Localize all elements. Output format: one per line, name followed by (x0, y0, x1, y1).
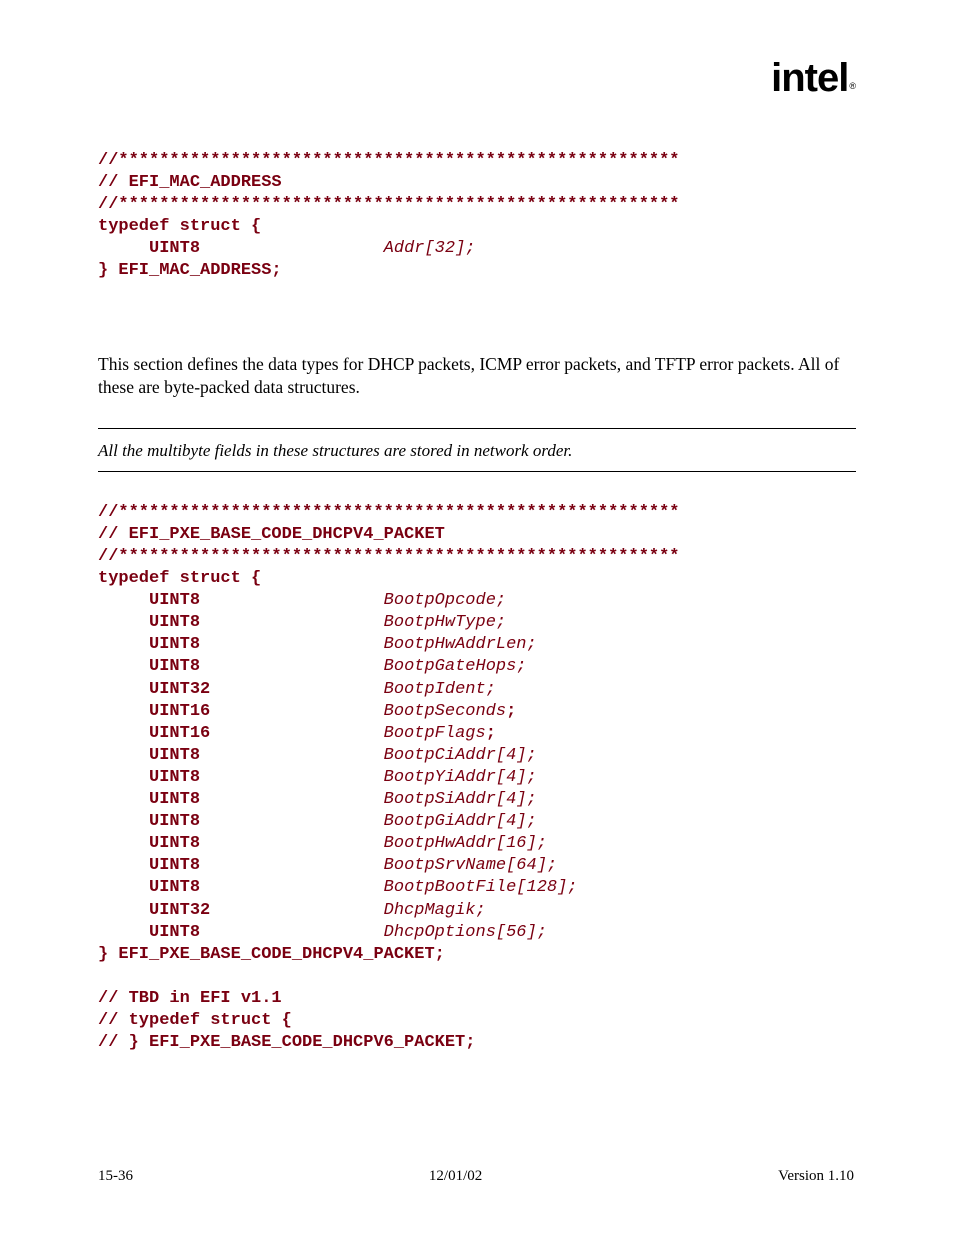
body-paragraph: This section defines the data types for … (98, 353, 856, 400)
code-line: // EFI_MAC_ADDRESS (98, 173, 282, 192)
code-block-mac-address: //**************************************… (98, 150, 856, 283)
code-field: Addr[32]; (200, 239, 475, 258)
footer-page-number: 15-36 (98, 1168, 133, 1185)
code-line: //**************************************… (98, 151, 680, 170)
code-block-dhcpv4-packet: //**************************************… (98, 502, 856, 1054)
code-line: //**************************************… (98, 195, 680, 214)
footer-version: Version 1.10 (778, 1168, 854, 1185)
horizontal-rule (98, 471, 856, 472)
footer-date: 12/01/02 (429, 1168, 482, 1185)
content: //**************************************… (98, 150, 856, 1054)
note-text: All the multibyte fields in these struct… (98, 429, 856, 471)
page-footer: 15-36 12/01/02 Version 1.10 (98, 1168, 854, 1185)
code-type: UINT8 (98, 239, 200, 258)
code-line: } EFI_MAC_ADDRESS; (98, 261, 282, 280)
intel-logo: intel® (771, 56, 854, 101)
page: intel® //*******************************… (0, 0, 954, 1235)
code-line: typedef struct { (98, 217, 261, 236)
